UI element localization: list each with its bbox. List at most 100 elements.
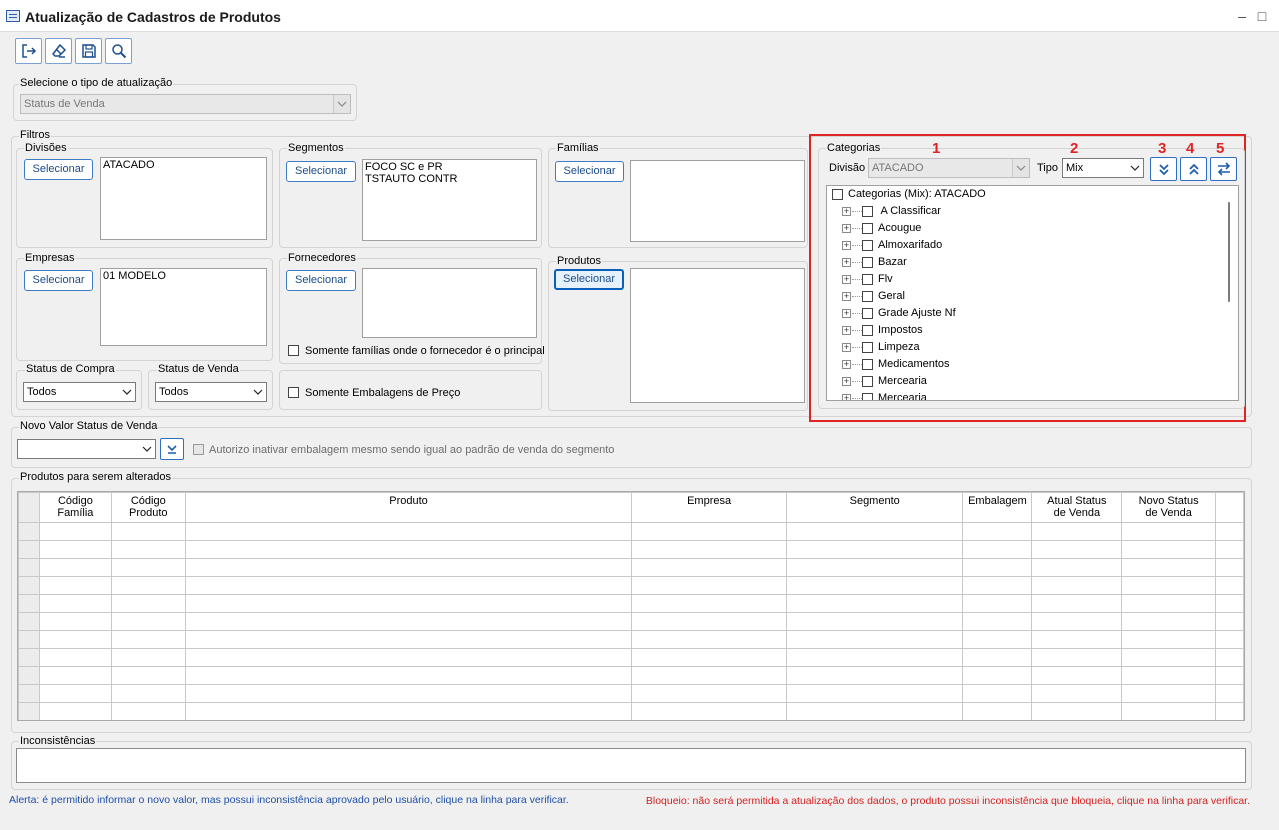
apply-value-button[interactable] <box>160 438 184 460</box>
inconsistencias-box[interactable] <box>16 748 1246 783</box>
table-cell[interactable] <box>962 522 1033 541</box>
empresas-list[interactable]: 01 MODELO <box>100 268 267 346</box>
table-cell[interactable] <box>184 576 633 595</box>
row-indicator[interactable] <box>18 594 40 613</box>
table-cell[interactable] <box>631 630 787 649</box>
row-indicator[interactable] <box>18 648 40 667</box>
tree-item-checkbox[interactable] <box>862 240 873 251</box>
table-cell[interactable] <box>1031 576 1123 595</box>
table-cell[interactable] <box>1031 612 1123 631</box>
column-header[interactable]: Atual Status de Venda <box>1031 492 1123 523</box>
tree-item-checkbox[interactable] <box>862 393 873 400</box>
tree-item-checkbox[interactable] <box>862 359 873 370</box>
segmentos-list[interactable]: FOCO SC e PR TSTAUTO CONTR <box>362 159 537 241</box>
tree-item-checkbox[interactable] <box>862 274 873 285</box>
table-row[interactable] <box>18 522 1244 541</box>
tree-item[interactable]: + Impostos <box>827 322 1227 339</box>
table-cell[interactable] <box>631 684 787 703</box>
exit-button[interactable] <box>15 38 42 64</box>
table-cell[interactable] <box>1031 630 1123 649</box>
row-indicator[interactable] <box>18 522 40 541</box>
table-cell[interactable] <box>38 612 112 631</box>
table-cell[interactable] <box>962 648 1033 667</box>
table-cell[interactable] <box>785 684 964 703</box>
table-cell[interactable] <box>785 648 964 667</box>
table-cell[interactable] <box>962 576 1033 595</box>
table-cell[interactable] <box>1121 594 1217 613</box>
empresas-select-button[interactable]: Selecionar <box>24 270 93 291</box>
minimize-button[interactable]: – <box>1232 6 1252 26</box>
table-cell[interactable] <box>110 594 186 613</box>
table-cell[interactable] <box>1031 648 1123 667</box>
table-cell[interactable] <box>184 594 633 613</box>
status-venda-select[interactable]: Todos <box>155 382 267 402</box>
only-principal-checkbox[interactable] <box>288 345 299 356</box>
table-row[interactable] <box>18 630 1244 649</box>
update-type-select[interactable]: Status de Venda <box>20 94 351 114</box>
table-cell[interactable] <box>38 648 112 667</box>
table-cell[interactable] <box>962 558 1033 577</box>
table-cell[interactable] <box>631 522 787 541</box>
table-cell[interactable] <box>110 540 186 559</box>
row-indicator[interactable] <box>18 666 40 685</box>
table-cell[interactable] <box>1121 522 1217 541</box>
table-cell[interactable] <box>110 666 186 685</box>
tree-item[interactable]: + Grade Ajuste Nf <box>827 305 1227 322</box>
table-cell[interactable] <box>1215 630 1244 649</box>
fornecedores-select-button[interactable]: Selecionar <box>286 270 356 291</box>
table-cell[interactable] <box>785 522 964 541</box>
table-cell[interactable] <box>110 522 186 541</box>
tree-item-checkbox[interactable] <box>862 308 873 319</box>
table-cell[interactable] <box>785 540 964 559</box>
table-cell[interactable] <box>184 558 633 577</box>
familias-select-button[interactable]: Selecionar <box>555 161 624 182</box>
table-cell[interactable] <box>110 702 186 720</box>
row-indicator[interactable] <box>18 540 40 559</box>
table-cell[interactable] <box>1215 666 1244 685</box>
column-header[interactable]: Código Produto <box>110 492 186 523</box>
products-table[interactable]: Código Família Código Produto Produto Empresa… <box>18 492 1244 720</box>
table-cell[interactable] <box>962 666 1033 685</box>
table-cell[interactable] <box>785 630 964 649</box>
produtos-list[interactable] <box>630 268 805 403</box>
tree-item[interactable]: + Mercearia <box>827 373 1227 390</box>
expand-plus-icon[interactable]: + <box>842 207 851 216</box>
familias-list[interactable] <box>630 160 805 242</box>
table-cell[interactable] <box>184 666 633 685</box>
tree-item-checkbox[interactable] <box>862 342 873 353</box>
table-cell[interactable] <box>962 630 1033 649</box>
table-cell[interactable] <box>785 558 964 577</box>
table-cell[interactable] <box>1215 558 1244 577</box>
tree-item[interactable]: + Medicamentos <box>827 356 1227 373</box>
list-item[interactable]: TSTAUTO CONTR <box>365 173 534 185</box>
expand-plus-icon[interactable]: + <box>842 377 851 386</box>
expand-plus-icon[interactable]: + <box>842 275 851 284</box>
table-cell[interactable] <box>1121 666 1217 685</box>
table-cell[interactable] <box>1121 702 1217 720</box>
table-cell[interactable] <box>184 612 633 631</box>
table-cell[interactable] <box>631 576 787 595</box>
table-cell[interactable] <box>631 594 787 613</box>
list-item[interactable]: ATACADO <box>103 159 264 171</box>
row-indicator[interactable] <box>18 702 40 720</box>
divisoes-list[interactable]: ATACADO <box>100 157 267 240</box>
table-cell[interactable] <box>1121 684 1217 703</box>
table-cell[interactable] <box>962 612 1033 631</box>
swap-button[interactable] <box>1210 157 1237 181</box>
status-compra-select[interactable]: Todos <box>23 382 136 402</box>
column-header[interactable]: Código Família <box>38 492 112 523</box>
table-cell[interactable] <box>1215 648 1244 667</box>
column-header[interactable]: Segmento <box>785 492 964 523</box>
row-indicator[interactable] <box>18 630 40 649</box>
table-cell[interactable] <box>1215 612 1244 631</box>
tree-item[interactable]: + Limpeza <box>827 339 1227 356</box>
table-cell[interactable] <box>184 522 633 541</box>
table-cell[interactable] <box>1215 594 1244 613</box>
save-button[interactable] <box>75 38 102 64</box>
table-cell[interactable] <box>184 540 633 559</box>
collapse-all-button[interactable] <box>1180 157 1207 181</box>
table-row[interactable] <box>18 684 1244 703</box>
table-cell[interactable] <box>1031 594 1123 613</box>
tree-item-checkbox[interactable] <box>862 257 873 268</box>
table-cell[interactable] <box>631 540 787 559</box>
